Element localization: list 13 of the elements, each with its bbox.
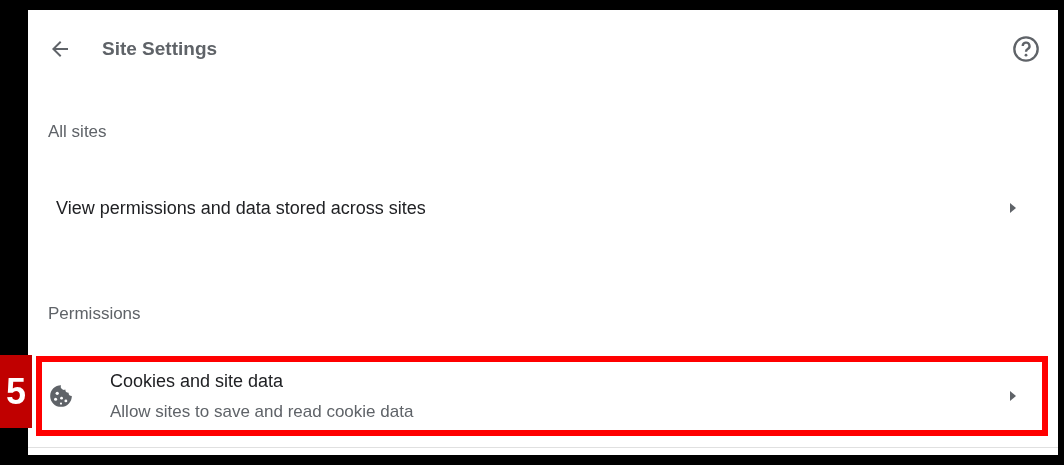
row-title: View permissions and data stored across sites bbox=[56, 197, 427, 219]
settings-row[interactable]: Cookies and site data Allow sites to save and read cookie data bbox=[36, 356, 1048, 436]
page-title: Site Settings bbox=[102, 38, 219, 60]
section-heading: Permissions bbox=[47, 304, 142, 324]
chevron-right-icon bbox=[1010, 391, 1016, 401]
step-badge: 5 bbox=[0, 355, 32, 428]
chevron-right-icon bbox=[1010, 203, 1016, 213]
settings-row[interactable]: View permissions and data stored across sites bbox=[36, 173, 1048, 243]
help-icon[interactable] bbox=[1012, 35, 1040, 63]
cookie-icon bbox=[48, 383, 74, 409]
row-title: Cookies and site data bbox=[110, 370, 285, 392]
section-heading: All sites bbox=[47, 122, 108, 142]
row-subtitle: Allow sites to save and read cookie data bbox=[110, 401, 415, 422]
